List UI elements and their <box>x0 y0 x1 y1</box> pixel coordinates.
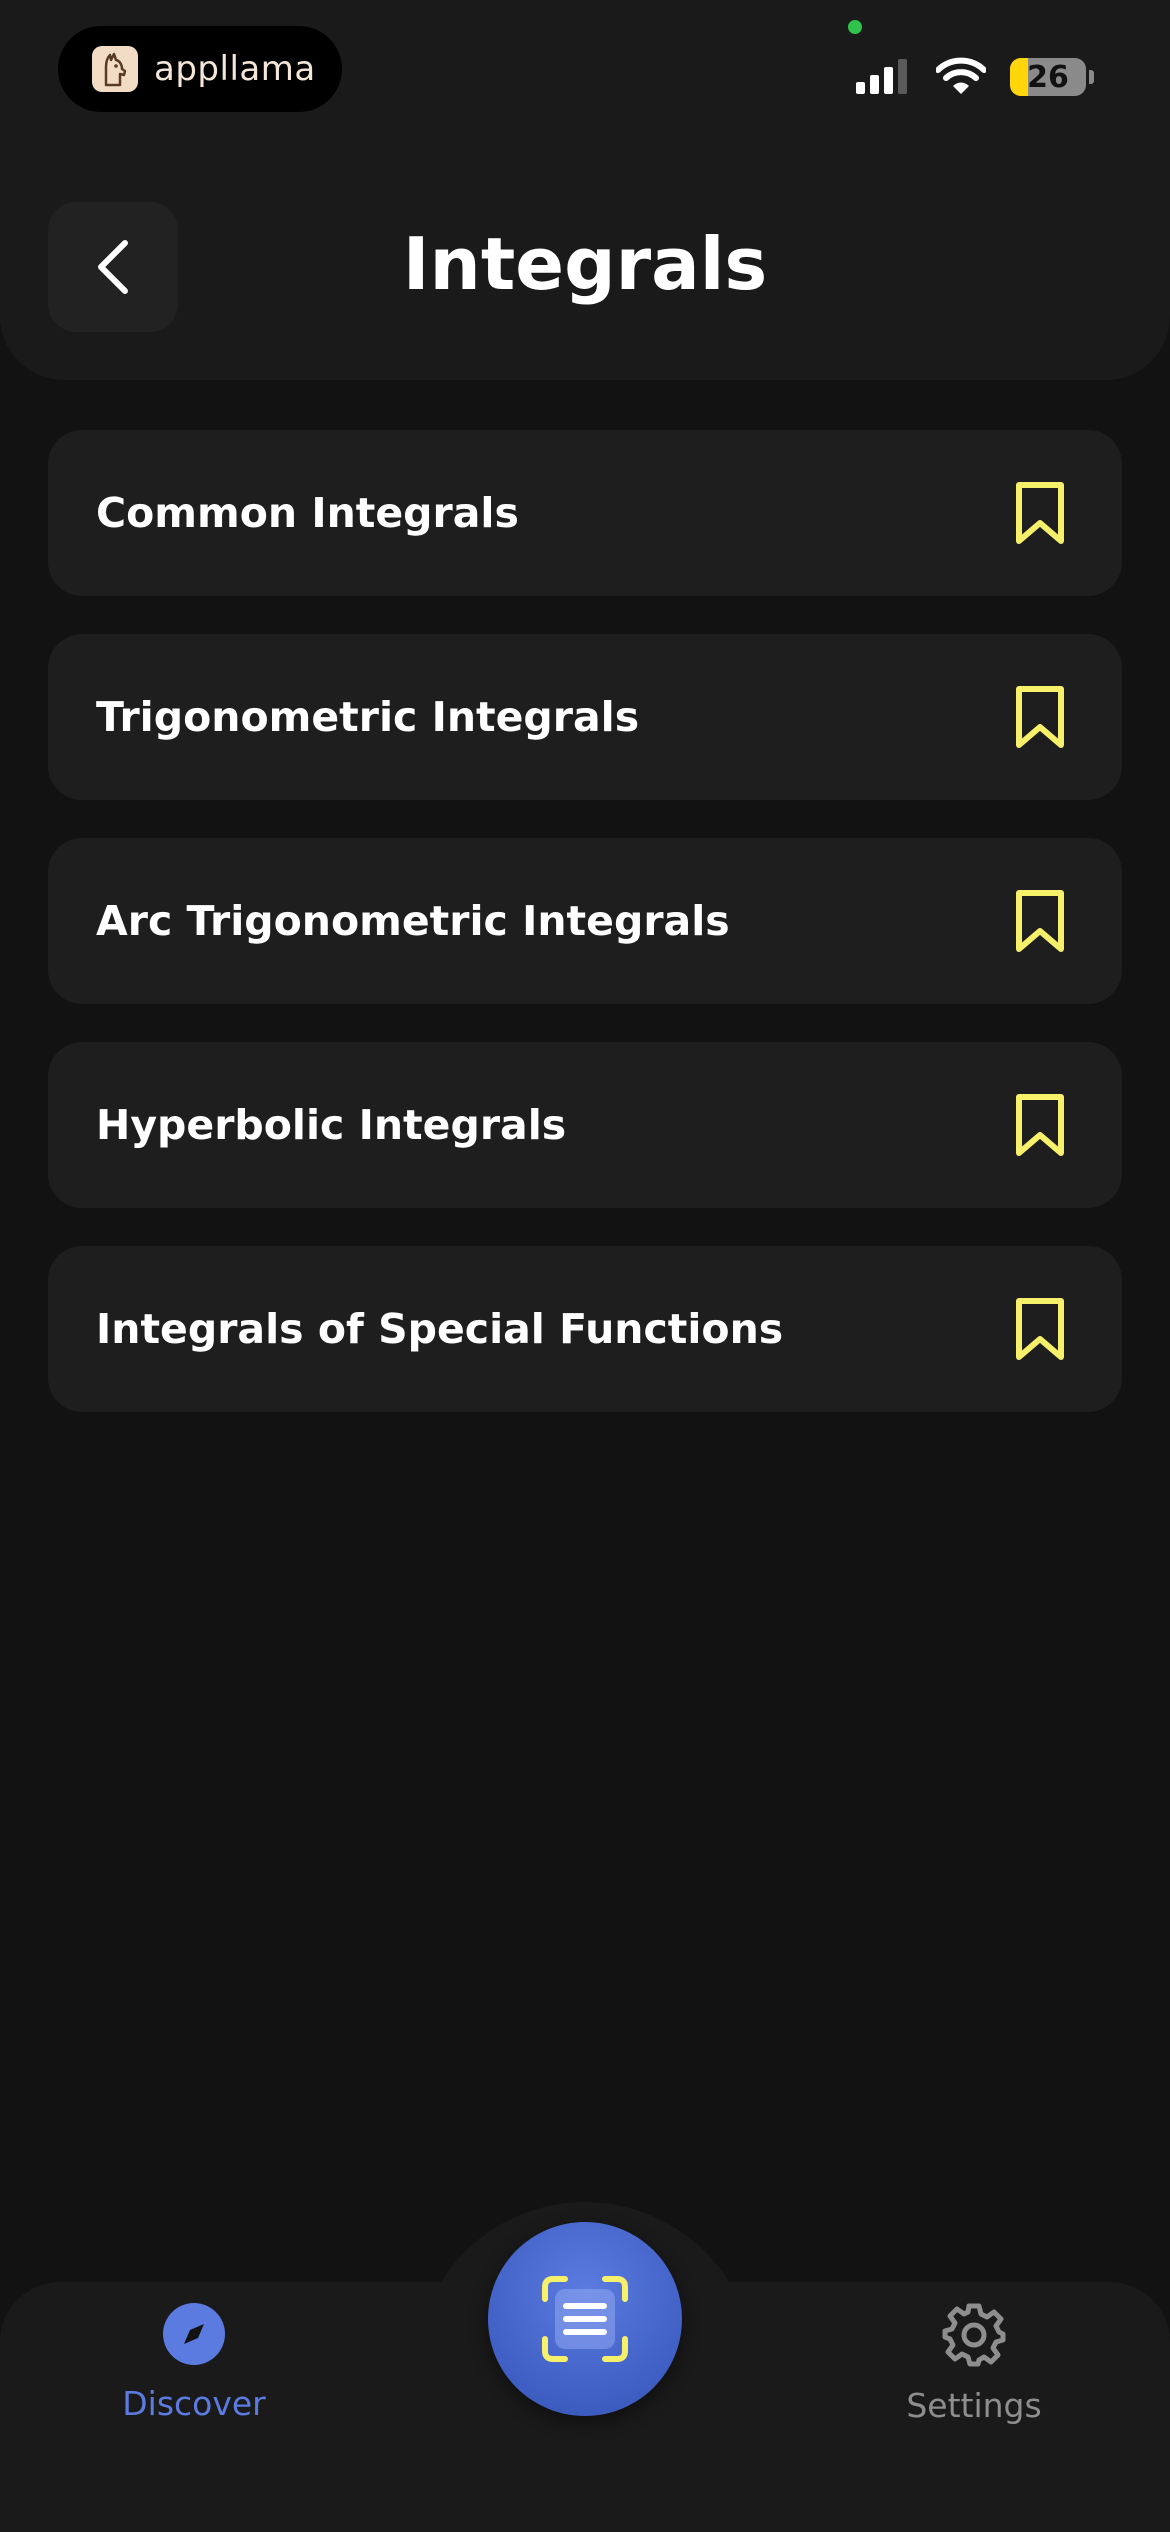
tab-discover-label: Discover <box>122 2384 266 2423</box>
battery-indicator: 26 <box>1010 58 1086 96</box>
bookmark-icon[interactable] <box>1014 1297 1066 1361</box>
scan-document-icon <box>542 2276 628 2362</box>
tab-settings[interactable]: Settings <box>854 2302 1094 2425</box>
tab-settings-label: Settings <box>906 2386 1042 2425</box>
bookmark-icon[interactable] <box>1014 1093 1066 1157</box>
bookmark-icon[interactable] <box>1014 481 1066 545</box>
list-item-label: Integrals of Special Functions <box>96 1305 784 1353</box>
llama-logo-icon <box>92 46 138 92</box>
cellular-signal-icon <box>856 59 907 94</box>
battery-nub <box>1089 70 1094 84</box>
page-title: Integrals <box>402 222 768 306</box>
bookmark-icon[interactable] <box>1014 685 1066 749</box>
battery-level-text: 26 <box>1027 59 1069 95</box>
app-pill-text: appllama <box>154 49 316 89</box>
bookmark-icon[interactable] <box>1014 889 1066 953</box>
list-item-label: Hyperbolic Integrals <box>96 1101 567 1149</box>
list-item[interactable]: Arc Trigonometric Integrals <box>48 838 1122 1004</box>
compass-icon <box>163 2303 225 2365</box>
integrals-screen: appllama 26 Integrals Common Integrals T… <box>0 0 1170 2532</box>
scan-button[interactable] <box>488 2222 682 2416</box>
app-pill[interactable]: appllama <box>58 26 342 112</box>
integrals-list: Common Integrals Trigonometric Integrals… <box>48 430 1122 1450</box>
privacy-indicator-dot <box>848 20 862 34</box>
list-item[interactable]: Integrals of Special Functions <box>48 1246 1122 1412</box>
list-item-label: Arc Trigonometric Integrals <box>96 897 730 945</box>
list-item[interactable]: Trigonometric Integrals <box>48 634 1122 800</box>
list-item[interactable]: Hyperbolic Integrals <box>48 1042 1122 1208</box>
list-item-label: Trigonometric Integrals <box>96 693 640 741</box>
wifi-icon <box>936 57 986 94</box>
gear-icon <box>942 2303 1006 2367</box>
tab-discover[interactable]: Discover <box>74 2302 314 2423</box>
list-item[interactable]: Common Integrals <box>48 430 1122 596</box>
list-item-label: Common Integrals <box>96 489 519 537</box>
